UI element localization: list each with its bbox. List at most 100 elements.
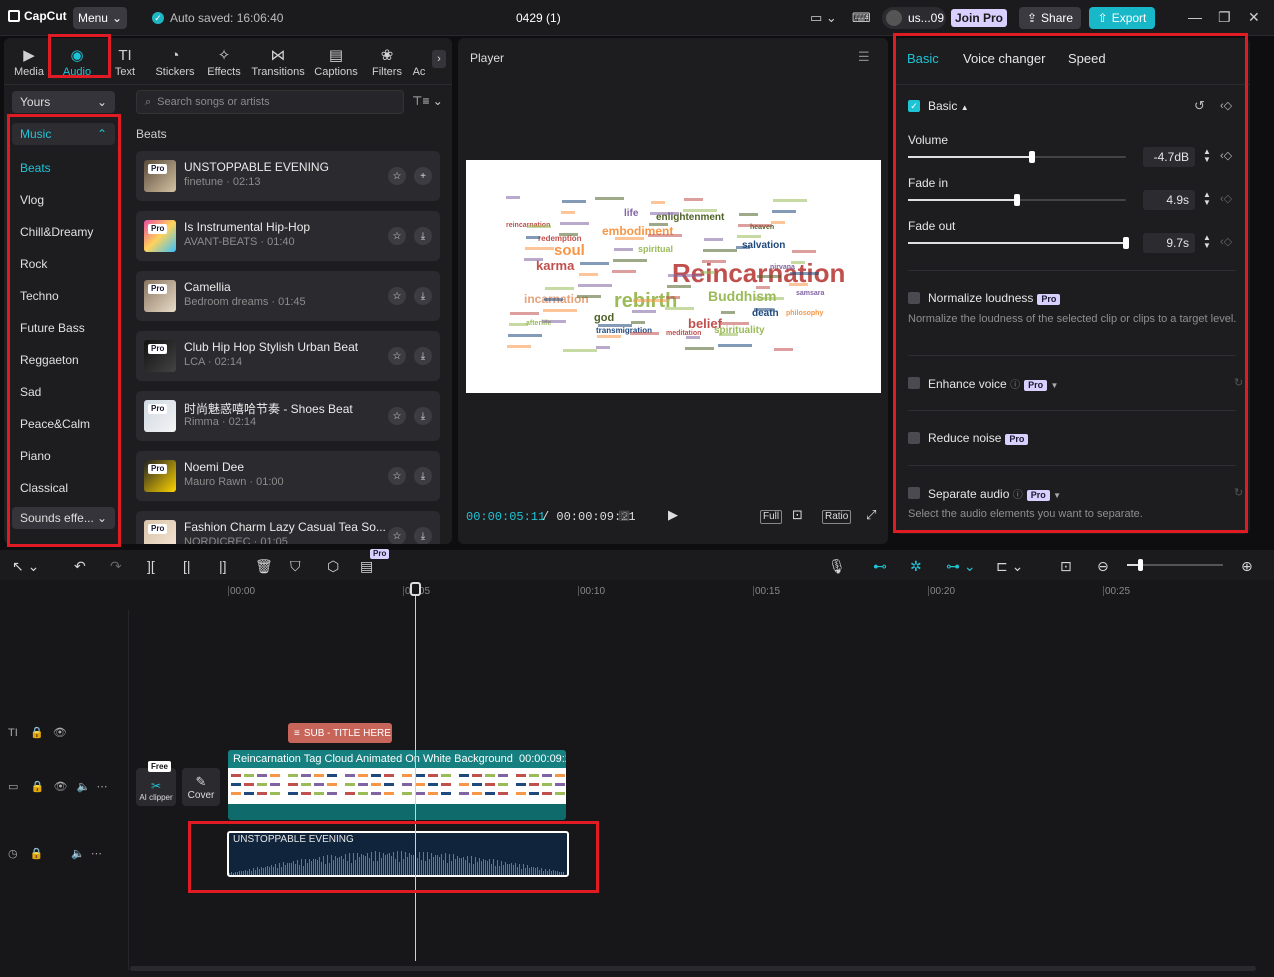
freeze-frame-icon[interactable]: ⛉: [290, 558, 301, 575]
info-icon[interactable]: ⓘ: [1010, 380, 1020, 391]
zoom-in-icon[interactable]: ⊕: [1241, 558, 1253, 575]
cover-button[interactable]: ✎ Cover: [182, 768, 220, 806]
fade-in-stepper-icon[interactable]: ▲ ▼: [1203, 191, 1211, 207]
tab-basic[interactable]: Basic: [907, 51, 939, 66]
tab-speed[interactable]: Speed: [1068, 51, 1106, 66]
main-track-magnet-icon[interactable]: ⊷: [873, 558, 887, 575]
favorite-star-icon[interactable]: ☆: [388, 467, 406, 485]
sound-effects-dropdown[interactable]: Sounds effe... ⌄: [12, 507, 115, 529]
normalize-checkbox[interactable]: [908, 292, 920, 304]
tab-audio[interactable]: ◉ Audio: [54, 42, 100, 79]
video-preview[interactable]: ReincarnationrebirthBuddhismsoulkarmaemb…: [466, 160, 881, 393]
favorite-star-icon[interactable]: ☆: [388, 527, 406, 544]
search-input[interactable]: ⌕ Search songs or artists: [136, 90, 404, 114]
export-button[interactable]: ⇧ Export: [1089, 7, 1155, 29]
microphone-icon[interactable]: 🎙: [828, 558, 846, 575]
tab-adjust[interactable]: Ac: [404, 42, 434, 78]
volume-handle[interactable]: [1029, 151, 1035, 163]
tab-captions[interactable]: ▤ Captions: [313, 42, 359, 79]
volume-value[interactable]: -4.7dB: [1143, 147, 1195, 167]
basic-section-title[interactable]: Basic ▲: [928, 99, 969, 113]
volume-keyframe-icon[interactable]: ‹◇: [1220, 149, 1232, 162]
enhance-voice-checkbox[interactable]: [908, 377, 920, 389]
playhead-handle[interactable]: [410, 582, 421, 596]
zoom-handle[interactable]: [1138, 559, 1143, 571]
lock-icon[interactable]: 🔒: [31, 781, 45, 793]
restore-icon[interactable]: ❐: [1218, 9, 1231, 26]
category-item[interactable]: Chill&Dreamy: [20, 225, 93, 239]
separate-audio-checkbox[interactable]: [908, 487, 920, 499]
chevron-down-icon[interactable]: ▼: [1053, 491, 1061, 500]
song-item[interactable]: Pro 时尚魅惑嘻哈节奏 - Shoes Beat Rimma · 02:14 ☆ ⤓: [136, 391, 440, 441]
fade-out-keyframe-icon[interactable]: ‹◇: [1220, 235, 1232, 248]
zoom-out-icon[interactable]: ⊖: [1097, 558, 1109, 575]
select-cursor-icon[interactable]: ↖ ⌄: [12, 558, 39, 575]
reset-icon[interactable]: ↺: [1194, 98, 1205, 114]
fade-out-slider[interactable]: [908, 237, 1129, 249]
speaker-icon[interactable]: 🔈: [77, 781, 91, 793]
category-item[interactable]: Sad: [20, 385, 41, 399]
song-item[interactable]: Pro Is Instrumental Hip-Hop AVANT-BEATS · …: [136, 211, 440, 261]
download-icon[interactable]: ⤓: [414, 287, 432, 305]
info-icon[interactable]: ⓘ: [1013, 490, 1023, 501]
hamburger-menu-icon[interactable]: ☰: [858, 49, 870, 65]
tab-voice-changer[interactable]: Voice changer: [963, 51, 1045, 66]
mask-icon[interactable]: ⬡: [327, 558, 339, 575]
lock-icon[interactable]: 🔒: [30, 727, 44, 739]
lock-icon[interactable]: 🔒: [30, 848, 44, 860]
eye-icon[interactable]: 👁: [53, 727, 67, 739]
preview-axis-icon[interactable]: ⊏ ⌄: [996, 558, 1023, 575]
volume-stepper-icon[interactable]: ▲ ▼: [1203, 148, 1211, 164]
music-category-header[interactable]: Music ⌃: [12, 123, 115, 145]
download-icon[interactable]: ⤓: [414, 527, 432, 544]
play-icon[interactable]: ▶: [668, 507, 678, 523]
volume-slider[interactable]: [908, 151, 1126, 163]
more-icon[interactable]: ⋯: [96, 781, 107, 793]
tab-text[interactable]: TI Text: [102, 42, 148, 79]
basic-checkbox[interactable]: ✓: [908, 100, 920, 112]
fade-in-value[interactable]: 4.9s: [1143, 190, 1195, 210]
favorite-star-icon[interactable]: ☆: [388, 287, 406, 305]
tab-stickers[interactable]: ◔ Stickers: [152, 42, 198, 79]
speaker-icon[interactable]: 🔈: [71, 848, 85, 860]
zoom-fit-icon[interactable]: ⊡: [1060, 558, 1072, 575]
song-item[interactable]: Pro Fashion Charm Lazy Casual Tea So... NO…: [136, 511, 440, 544]
linkage-icon[interactable]: ⊶ ⌄: [946, 558, 976, 575]
song-item[interactable]: Pro Noemi Dee Mauro Rawn · 01:00 ☆ ⤓: [136, 451, 440, 501]
auto-snap-icon[interactable]: ✲: [910, 558, 922, 575]
fade-in-handle[interactable]: [1014, 194, 1020, 206]
keyframe-icon[interactable]: ‹◇: [1220, 99, 1232, 112]
eye-icon[interactable]: 👁: [54, 781, 68, 793]
add-icon[interactable]: +: [414, 167, 432, 185]
auto-caption-icon[interactable]: ▤: [360, 558, 373, 575]
category-item[interactable]: Future Bass: [20, 321, 85, 335]
song-item[interactable]: Pro Camellia Bedroom dreams · 01:45 ☆ ⤓: [136, 271, 440, 321]
download-icon[interactable]: ⤓: [414, 347, 432, 365]
category-item[interactable]: Reggaeton: [20, 353, 79, 367]
playhead[interactable]: [415, 584, 416, 961]
reset-icon[interactable]: ↻: [1234, 376, 1243, 389]
split-right-icon[interactable]: |]: [219, 558, 227, 574]
song-item[interactable]: Pro Club Hip Hop Stylish Urban Beat LCA · …: [136, 331, 440, 381]
audio-clip[interactable]: UNSTOPPABLE EVENING: [227, 831, 569, 877]
fade-out-value[interactable]: 9.7s: [1143, 233, 1195, 253]
ratio-button[interactable]: Ratio: [822, 510, 852, 524]
favorite-star-icon[interactable]: ☆: [388, 167, 406, 185]
horizontal-scrollbar[interactable]: [130, 966, 1256, 971]
chevron-down-icon[interactable]: ▼: [1050, 381, 1058, 390]
song-item[interactable]: Pro UNSTOPPABLE EVENING finetune · 02:13 ☆ +: [136, 151, 440, 201]
split-icon[interactable]: ][: [147, 558, 155, 574]
favorite-star-icon[interactable]: ☆: [388, 407, 406, 425]
download-icon[interactable]: ⤓: [414, 467, 432, 485]
download-icon[interactable]: ⤓: [414, 407, 432, 425]
split-left-icon[interactable]: [|: [183, 558, 191, 574]
category-item[interactable]: Rock: [20, 257, 47, 271]
reset-icon[interactable]: ↻: [1234, 486, 1243, 499]
more-icon[interactable]: ⋯: [91, 848, 102, 860]
share-button[interactable]: ⇪ Share: [1019, 7, 1081, 29]
tab-effects[interactable]: ✧ Effects: [201, 42, 247, 79]
delete-icon[interactable]: 🗑: [255, 558, 273, 575]
chevron-right-icon[interactable]: ›: [432, 50, 446, 68]
category-item[interactable]: Techno: [20, 289, 59, 303]
close-icon[interactable]: ✕: [1248, 9, 1260, 26]
